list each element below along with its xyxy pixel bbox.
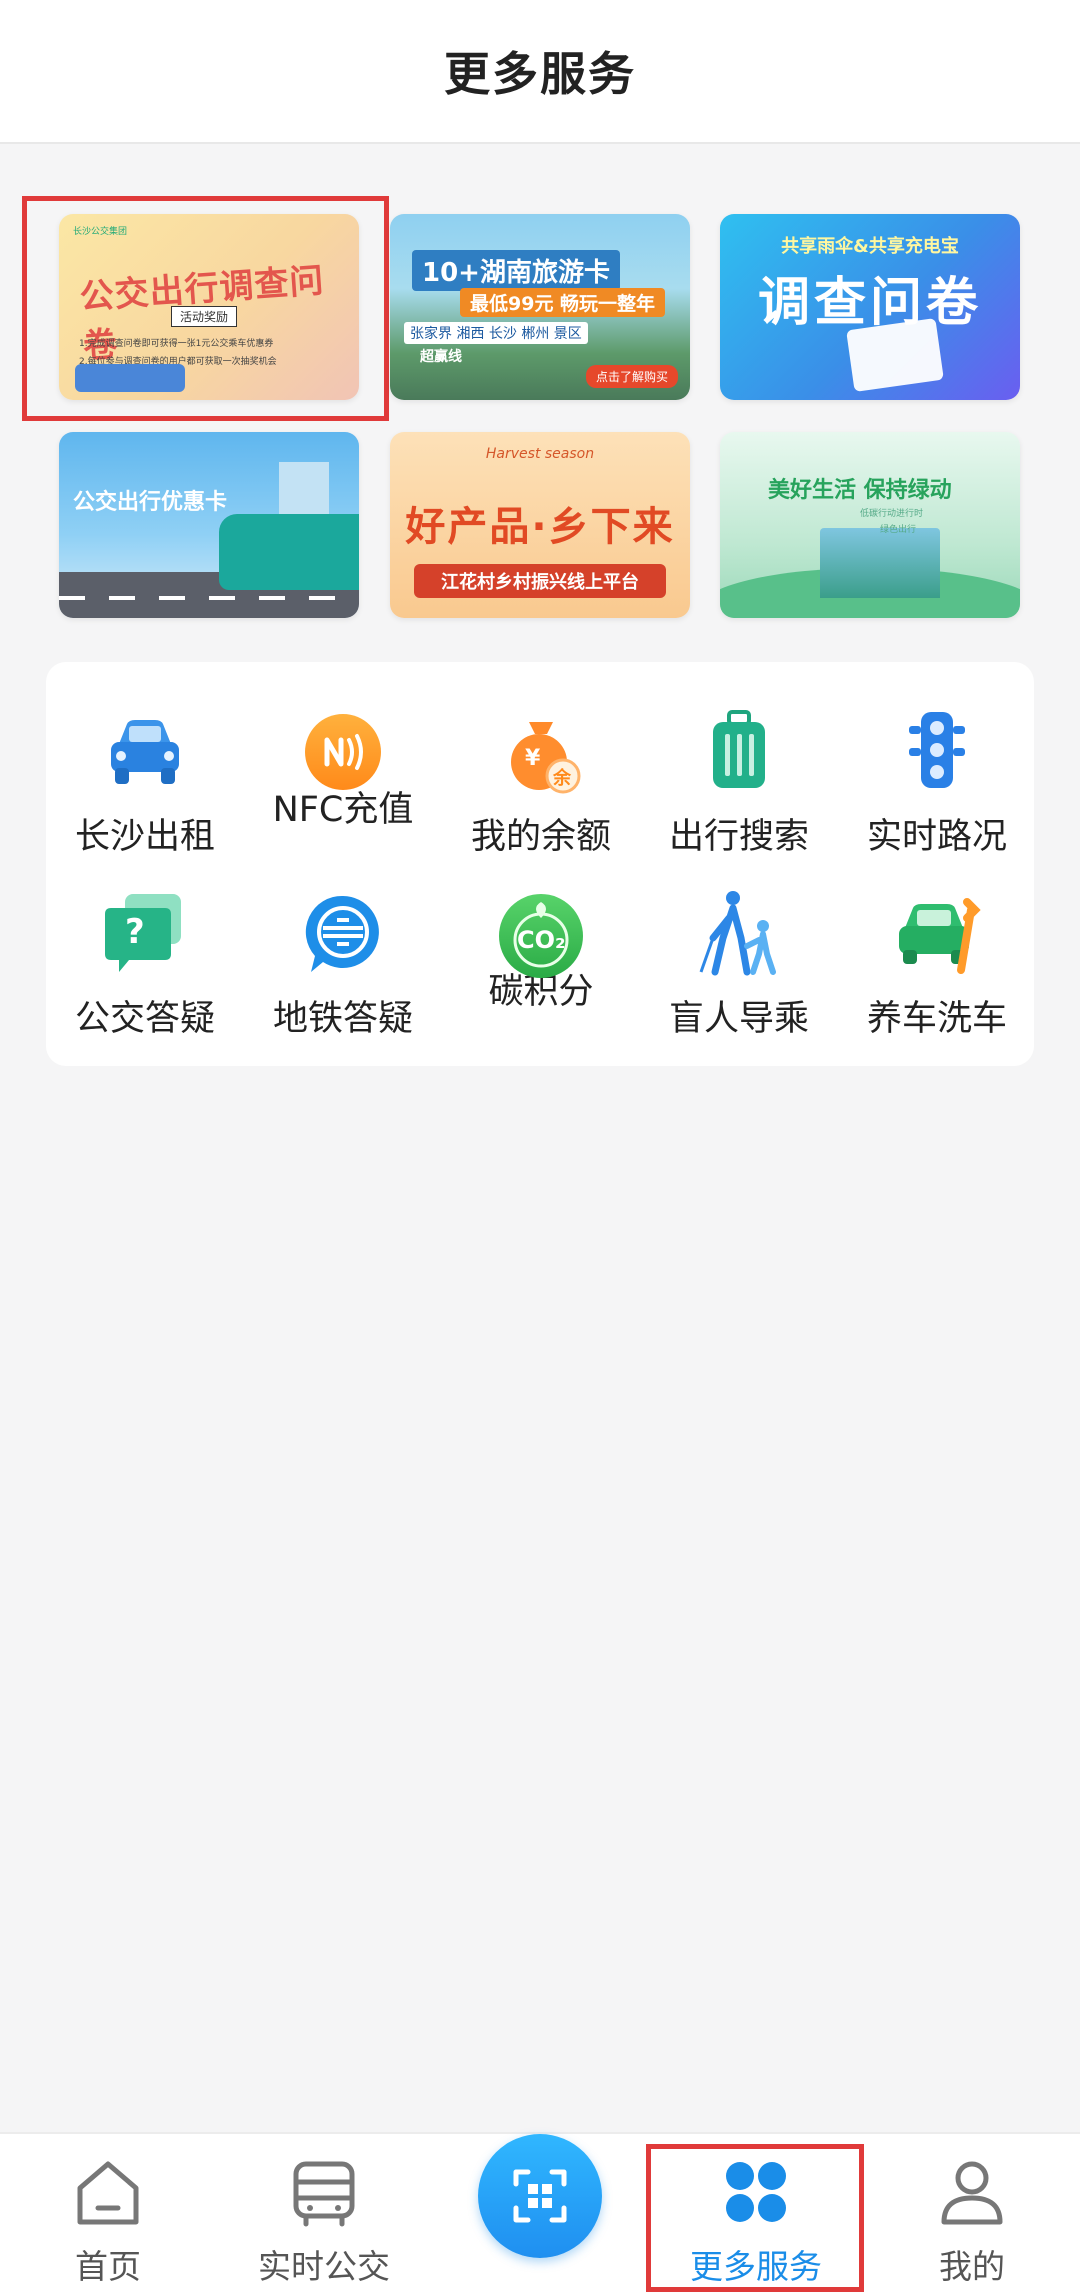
nfc-icon — [297, 706, 389, 790]
service-travel-search[interactable]: 出行搜索 — [640, 662, 838, 857]
service-label: 公交答疑 — [74, 999, 215, 1039]
service-label: 养车洗车 — [866, 999, 1007, 1039]
page-title: 更多服务 — [444, 47, 636, 101]
balance-bag-icon: ¥ 余 — [495, 706, 587, 798]
car-wrench-icon — [891, 888, 983, 980]
service-label: 盲人导乘 — [668, 999, 809, 1039]
scan-icon — [513, 2169, 567, 2223]
banner-discount-card[interactable]: 公交出行优惠卡 — [59, 432, 359, 618]
user-icon — [936, 2156, 1008, 2228]
service-carbon-points[interactable]: CO₂ 碳积分 — [442, 844, 640, 1014]
banner-title: 好产品·乡下来 — [405, 504, 675, 550]
service-changsha-taxi[interactable]: 长沙出租 — [46, 662, 244, 857]
banner-buy-button[interactable]: 点击了解购买 — [585, 365, 678, 388]
nav-mine[interactable]: 我的 — [864, 2134, 1080, 2294]
service-metro-faq[interactable]: 地铁答疑 — [244, 844, 442, 1039]
service-label: 地铁答疑 — [272, 999, 413, 1039]
nav-label: 首页 — [75, 2247, 141, 2286]
bus-illustration — [219, 514, 359, 590]
nav-home[interactable]: 首页 — [0, 2134, 216, 2294]
banner-tag: 超赢线 — [420, 349, 462, 365]
banner-line: 绿色出行 — [880, 525, 917, 535]
banner-arc-text: Harvest season — [485, 446, 595, 462]
scan-button[interactable] — [478, 2134, 602, 2258]
nav-realtime-bus[interactable]: 实时公交 — [216, 2134, 432, 2294]
banner-subtitle: 江花村乡村振兴线上平台 — [414, 564, 666, 598]
banner-green-life[interactable]: 美好生活 保持绿动 低碳行动进行时 绿色出行 — [720, 432, 1020, 618]
home-icon — [72, 2156, 144, 2228]
banner-title: 美好生活 保持绿动 — [768, 478, 952, 503]
service-car-wash[interactable]: 养车洗车 — [838, 844, 1036, 1039]
nav-label: 实时公交 — [258, 2247, 390, 2286]
banner-subtitle: 共享雨伞&共享充电宝 — [781, 236, 959, 257]
taxi-icon — [99, 706, 191, 798]
highlight-box — [22, 196, 389, 421]
lane-marking — [59, 596, 359, 600]
service-realtime-traffic[interactable]: 实时路况 — [838, 662, 1036, 857]
nav-label: 我的 — [939, 2247, 1005, 2286]
highlight-box — [646, 2144, 864, 2292]
luggage-icon — [693, 706, 785, 798]
blind-guide-icon — [693, 888, 785, 980]
banner-title: 调查问卷 — [757, 273, 982, 333]
banner-places: 张家界 湘西 长沙 郴州 景区 — [404, 322, 588, 344]
co2-icon: CO₂ — [495, 888, 587, 978]
banner-rural-products[interactable]: Harvest season 好产品·乡下来 江花村乡村振兴线上平台 — [390, 432, 690, 618]
city-illustration — [820, 528, 940, 598]
banner-title: 公交出行优惠卡 — [73, 490, 228, 515]
balance-badge: 余 — [553, 768, 571, 789]
paper-illustration — [846, 318, 944, 392]
question-chat-icon: ? — [99, 888, 191, 980]
banner-hunan-travel-card[interactable]: 10+湖南旅游卡 最低99元 畅玩一整年 张家界 湘西 长沙 郴州 景区 超赢线… — [390, 214, 690, 400]
co2-symbol: CO₂ — [517, 926, 566, 954]
metro-chat-icon — [297, 888, 389, 980]
bus-icon — [288, 2156, 360, 2228]
services-card: 长沙出租 NFC充值 ¥ 余 我的余额 出行搜索 实时路况 ? 公交答疑 地铁答… — [46, 662, 1034, 1066]
service-blind-guide[interactable]: 盲人导乘 — [640, 844, 838, 1039]
traffic-light-icon — [891, 706, 983, 798]
banner-line: 低碳行动进行时 — [860, 509, 924, 519]
top-bar: 更多服务 — [0, 0, 1080, 144]
banner-title: 10+湖南旅游卡 — [412, 250, 620, 291]
service-nfc-recharge[interactable]: NFC充值 — [244, 662, 442, 832]
banner-subtitle: 最低99元 畅玩一整年 — [460, 288, 666, 317]
question-symbol: ? — [125, 912, 145, 952]
yuan-symbol: ¥ — [525, 746, 541, 771]
banner-share-survey[interactable]: 共享雨伞&共享充电宝 调查问卷 — [720, 214, 1020, 400]
service-bus-faq[interactable]: ? 公交答疑 — [46, 844, 244, 1039]
service-my-balance[interactable]: ¥ 余 我的余额 — [442, 662, 640, 857]
